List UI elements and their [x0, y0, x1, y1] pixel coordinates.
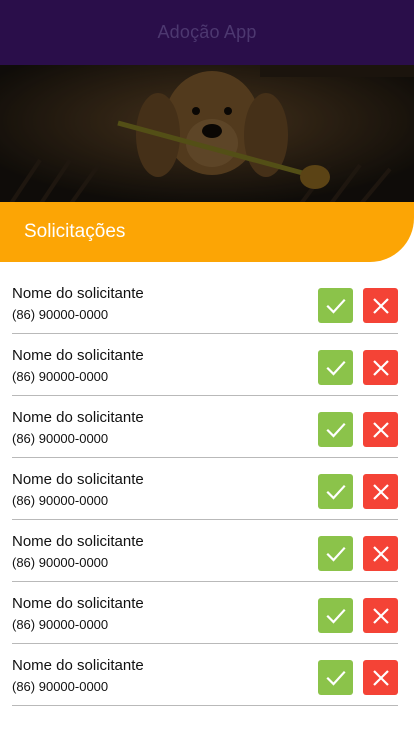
app-screen: Adoção App Solicitações Nome do solicita… [0, 0, 414, 736]
request-row: Nome do solicitante (86) 90000-0000 [12, 334, 398, 396]
requests-list: Nome do solicitante (86) 90000-0000 Nome… [12, 272, 398, 706]
requester-name: Nome do solicitante [12, 347, 144, 364]
requester-name: Nome do solicitante [12, 595, 144, 612]
check-icon [325, 484, 346, 500]
close-icon [372, 297, 389, 314]
requester-phone: (86) 90000-0000 [12, 431, 109, 446]
check-icon [325, 360, 346, 376]
check-icon [325, 298, 346, 314]
requester-phone: (86) 90000-0000 [12, 493, 109, 508]
accept-button[interactable] [318, 660, 353, 695]
accept-button[interactable] [318, 288, 353, 323]
accept-button[interactable] [318, 474, 353, 509]
requester-phone: (86) 90000-0000 [12, 617, 109, 632]
reject-button[interactable] [363, 474, 398, 509]
app-bar: Adoção App [0, 0, 414, 65]
section-title: Solicitações [24, 221, 126, 242]
request-row: Nome do solicitante (86) 90000-0000 [12, 644, 398, 706]
reject-button[interactable] [363, 660, 398, 695]
check-icon [325, 422, 346, 438]
check-icon [325, 670, 346, 686]
hero-dog-image [0, 65, 414, 205]
reject-button[interactable] [363, 288, 398, 323]
requester-phone: (86) 90000-0000 [12, 555, 109, 570]
close-icon [372, 359, 389, 376]
close-icon [372, 483, 389, 500]
reject-button[interactable] [363, 598, 398, 633]
accept-button[interactable] [318, 598, 353, 633]
requester-name: Nome do solicitante [12, 657, 144, 674]
check-icon [325, 546, 346, 562]
close-icon [372, 545, 389, 562]
requester-phone: (86) 90000-0000 [12, 679, 109, 694]
request-row: Nome do solicitante (86) 90000-0000 [12, 582, 398, 644]
reject-button[interactable] [363, 350, 398, 385]
close-icon [372, 669, 389, 686]
accept-button[interactable] [318, 536, 353, 571]
request-row: Nome do solicitante (86) 90000-0000 [12, 520, 398, 582]
request-row: Nome do solicitante (86) 90000-0000 [12, 396, 398, 458]
close-icon [372, 607, 389, 624]
requester-name: Nome do solicitante [12, 285, 144, 302]
section-banner: Solicitações [0, 202, 414, 262]
close-icon [372, 421, 389, 438]
accept-button[interactable] [318, 412, 353, 447]
reject-button[interactable] [363, 536, 398, 571]
app-title: Adoção App [157, 22, 257, 42]
requester-name: Nome do solicitante [12, 409, 144, 426]
request-row: Nome do solicitante (86) 90000-0000 [12, 272, 398, 334]
requester-name: Nome do solicitante [12, 471, 144, 488]
reject-button[interactable] [363, 412, 398, 447]
check-icon [325, 608, 346, 624]
accept-button[interactable] [318, 350, 353, 385]
requester-phone: (86) 90000-0000 [12, 369, 109, 384]
requester-name: Nome do solicitante [12, 533, 144, 550]
request-row: Nome do solicitante (86) 90000-0000 [12, 458, 398, 520]
requester-phone: (86) 90000-0000 [12, 307, 109, 322]
